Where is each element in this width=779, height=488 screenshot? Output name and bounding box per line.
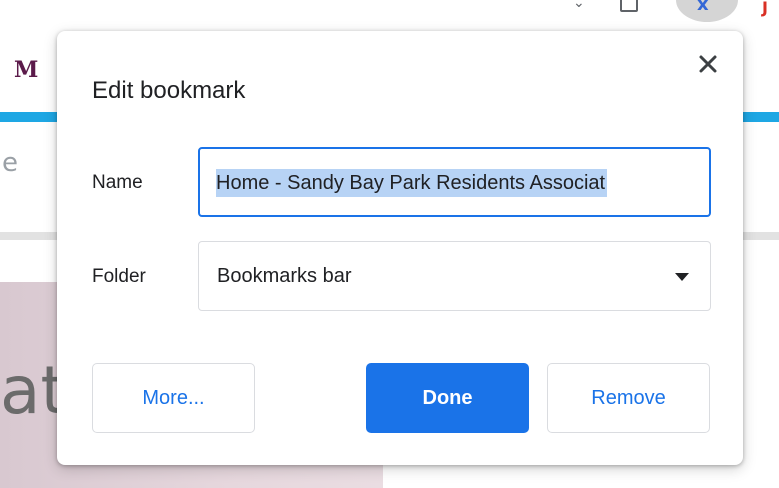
- name-input[interactable]: Home - Sandy Bay Park Residents Associat: [198, 147, 711, 217]
- more-button[interactable]: More...: [92, 363, 255, 433]
- chevron-down-icon[interactable]: ⌄: [573, 0, 587, 10]
- dialog-title: Edit bookmark: [92, 77, 246, 104]
- extension-icon: x: [697, 0, 709, 15]
- folder-select-value: Bookmarks bar: [217, 265, 352, 287]
- browser-toolbar: ⌄ x J: [0, 0, 779, 30]
- chevron-down-icon: [675, 273, 689, 281]
- done-button[interactable]: Done: [366, 363, 529, 433]
- edit-bookmark-dialog: Edit bookmark Name Home - Sandy Bay Park…: [57, 31, 743, 465]
- folder-select[interactable]: Bookmarks bar: [198, 241, 711, 311]
- red-extension-icon[interactable]: J: [762, 0, 774, 17]
- folder-label: Folder: [92, 266, 146, 287]
- name-input-value: Home - Sandy Bay Park Residents Associat: [216, 169, 608, 197]
- close-icon: [699, 55, 717, 73]
- name-label: Name: [92, 172, 143, 193]
- remove-button[interactable]: Remove: [547, 363, 710, 433]
- site-nav-text: e: [2, 148, 18, 178]
- close-button[interactable]: [693, 49, 723, 79]
- site-favicon: M: [14, 57, 39, 83]
- tab-square-icon[interactable]: [620, 0, 638, 12]
